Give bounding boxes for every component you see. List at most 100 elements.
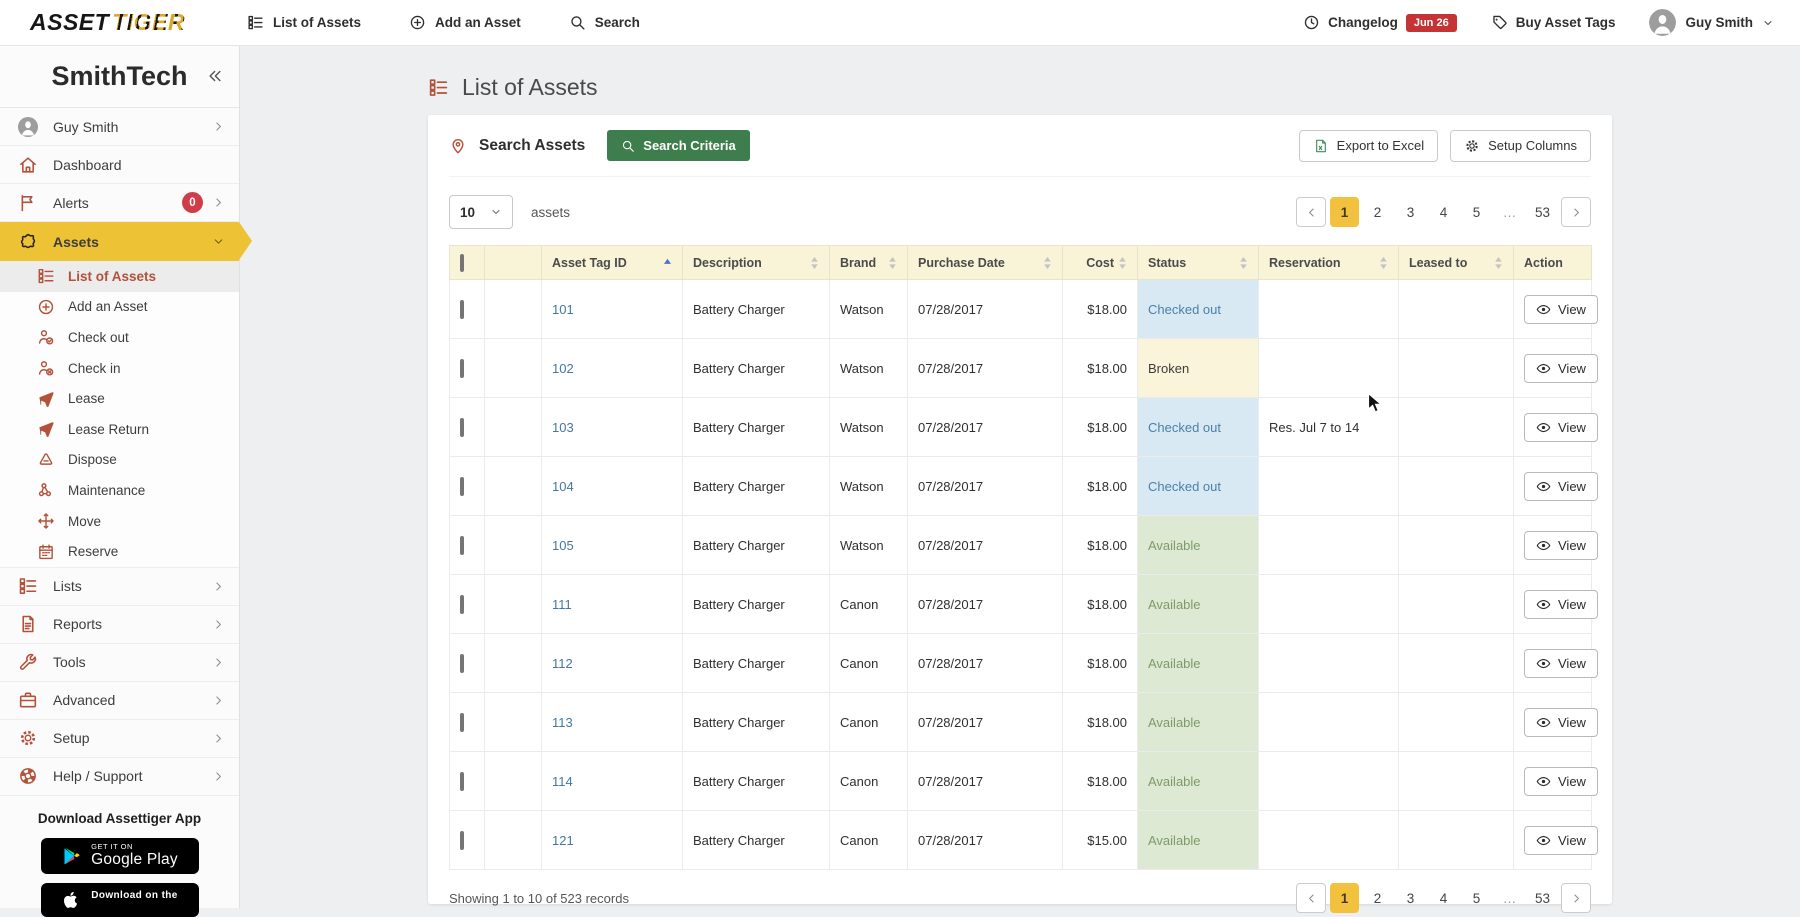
pagination-next-button[interactable] xyxy=(1561,197,1591,227)
view-button[interactable]: View xyxy=(1524,412,1598,442)
row-checkbox[interactable] xyxy=(460,653,464,673)
send-icon xyxy=(37,390,55,408)
assettiger-logo[interactable]: ASSET TIGER xyxy=(30,9,185,36)
brand-cell: Watson xyxy=(829,456,908,516)
row-checkbox[interactable] xyxy=(460,771,464,791)
sidebar-item-advanced[interactable]: Advanced xyxy=(0,681,239,720)
column-header-asset-tag-id[interactable]: Asset Tag ID xyxy=(541,245,683,280)
pagination-page-2[interactable]: 2 xyxy=(1363,883,1392,913)
view-button[interactable]: View xyxy=(1524,825,1598,855)
view-button[interactable]: View xyxy=(1524,530,1598,560)
alerts-count-badge: 0 xyxy=(182,192,203,213)
sidebar-subitem-add-an-asset[interactable]: Add an Asset xyxy=(0,291,239,323)
table-row: 101 Battery Charger Watson 07/28/2017 $18.00… xyxy=(449,279,1598,339)
pagination-page-53[interactable]: 53 xyxy=(1528,197,1557,227)
topnav-search[interactable]: Search xyxy=(569,14,640,31)
sidebar-subitem-lease[interactable]: Lease xyxy=(0,383,239,414)
sidebar-item-dashboard[interactable]: Dashboard xyxy=(0,146,239,184)
view-button[interactable]: View xyxy=(1524,471,1598,501)
row-checkbox[interactable] xyxy=(460,417,464,437)
export-to-excel-button[interactable]: Export to Excel xyxy=(1298,129,1439,162)
setup-columns-button[interactable]: Setup Columns xyxy=(1450,129,1591,162)
view-button[interactable]: View xyxy=(1524,294,1598,324)
page-size-select[interactable]: 10 xyxy=(449,195,513,229)
pagination-page-4[interactable]: 4 xyxy=(1429,197,1458,227)
view-button[interactable]: View xyxy=(1524,353,1598,383)
user-menu[interactable]: Guy Smith xyxy=(1649,9,1774,36)
column-header-reservation[interactable]: Reservation xyxy=(1258,245,1399,280)
row-checkbox[interactable] xyxy=(460,712,464,732)
pagination-page-53[interactable]: 53 xyxy=(1528,883,1557,913)
cost-cell: $18.00 xyxy=(1062,397,1138,457)
view-button[interactable]: View xyxy=(1524,589,1598,619)
download-app-heading: Download Assettiger App xyxy=(37,810,202,826)
pagination-top: 1 2 3 4 5 … 53 xyxy=(1296,197,1591,227)
column-header-purchase-date[interactable]: Purchase Date xyxy=(907,245,1063,280)
pagination-page-3[interactable]: 3 xyxy=(1396,197,1425,227)
topnav-add-an-asset[interactable]: Add an Asset xyxy=(409,14,521,31)
sidebar-item-setup[interactable]: Setup xyxy=(0,719,239,758)
brand-cell: Canon xyxy=(829,633,908,693)
sidebar-subitem-dispose[interactable]: Dispose xyxy=(0,444,239,476)
view-button[interactable]: View xyxy=(1524,766,1598,796)
asset-tag-id-link[interactable]: 112 xyxy=(552,656,573,671)
column-header-brand[interactable]: Brand xyxy=(829,245,908,280)
sidebar-collapse-button[interactable] xyxy=(206,67,224,85)
view-button[interactable]: View xyxy=(1524,707,1598,737)
sidebar-item-alerts[interactable]: Alerts 0 xyxy=(0,184,239,222)
view-button[interactable]: View xyxy=(1524,648,1598,678)
select-all-checkbox[interactable] xyxy=(460,253,464,272)
pagination-next-button[interactable] xyxy=(1561,883,1591,913)
sidebar-subitem-list-of-assets[interactable]: List of Assets xyxy=(0,261,239,292)
pagination-page-5[interactable]: 5 xyxy=(1462,197,1491,227)
asset-tag-id-link[interactable]: 113 xyxy=(552,715,573,730)
asset-tag-id-link[interactable]: 102 xyxy=(552,361,574,376)
column-header-cost[interactable]: Cost xyxy=(1062,245,1138,280)
asset-tag-id-link[interactable]: 111 xyxy=(552,597,572,612)
buy-asset-tags-button[interactable]: Buy Asset Tags xyxy=(1491,14,1615,31)
asset-tag-id-link[interactable]: 101 xyxy=(552,302,574,317)
asset-tag-id-link[interactable]: 121 xyxy=(552,833,574,848)
sidebar-item-assets[interactable]: Assets xyxy=(0,222,252,261)
asset-tag-id-link[interactable]: 104 xyxy=(552,479,574,494)
chevron-right-icon xyxy=(212,196,225,209)
pagination-page-4[interactable]: 4 xyxy=(1429,883,1458,913)
pagination-prev-button[interactable] xyxy=(1296,883,1326,913)
sidebar-subitem-maintenance[interactable]: Maintenance xyxy=(0,475,239,506)
changelog-button[interactable]: Changelog Jun 26 xyxy=(1303,13,1457,32)
sidebar-item-reports[interactable]: Reports xyxy=(0,605,239,644)
sidebar-item-lists[interactable]: Lists xyxy=(0,567,239,606)
search-criteria-button[interactable]: Search Criteria xyxy=(607,130,750,161)
pagination-page-5[interactable]: 5 xyxy=(1462,883,1491,913)
row-checkbox[interactable] xyxy=(460,476,464,496)
column-header-leased-to[interactable]: Leased to xyxy=(1398,245,1514,280)
pagination-page-2[interactable]: 2 xyxy=(1363,197,1392,227)
row-checkbox[interactable] xyxy=(460,299,464,319)
sidebar-subitem-reserve[interactable]: Reserve xyxy=(0,536,239,567)
sidebar-subitem-move[interactable]: Move xyxy=(0,505,239,537)
asset-tag-id-link[interactable]: 105 xyxy=(552,538,574,553)
sidebar-item-help-support[interactable]: Help / Support xyxy=(0,757,239,796)
brand-cell: Canon xyxy=(829,810,908,870)
row-checkbox[interactable] xyxy=(460,594,464,614)
asset-tag-id-link[interactable]: 114 xyxy=(552,774,573,789)
sidebar-subitem-lease-return[interactable]: Lease Return xyxy=(0,413,239,445)
row-checkbox[interactable] xyxy=(460,535,464,555)
pagination-page-1[interactable]: 1 xyxy=(1330,197,1359,227)
row-checkbox[interactable] xyxy=(460,358,464,378)
sidebar-item-guy-smith[interactable]: Guy Smith xyxy=(0,108,239,146)
asset-tag-id-link[interactable]: 103 xyxy=(552,420,574,435)
column-header-description[interactable]: Description xyxy=(682,245,830,280)
google-play-badge[interactable]: GET IT ON Google Play xyxy=(40,837,199,874)
sidebar-subitem-check-out[interactable]: Check out xyxy=(0,322,239,353)
row-checkbox[interactable] xyxy=(460,830,464,850)
sidebar-item-tools[interactable]: Tools xyxy=(0,643,239,682)
brand-cell: Canon xyxy=(829,574,908,634)
topnav-list-of-assets[interactable]: List of Assets xyxy=(247,14,361,31)
sidebar-subitem-check-in[interactable]: Check in xyxy=(0,352,239,384)
pagination-prev-button[interactable] xyxy=(1296,197,1326,227)
pagination-page-3[interactable]: 3 xyxy=(1396,883,1425,913)
pagination-page-1[interactable]: 1 xyxy=(1330,883,1359,913)
column-header-status[interactable]: Status xyxy=(1137,245,1259,280)
app-store-badge[interactable]: Download on the xyxy=(40,882,199,917)
